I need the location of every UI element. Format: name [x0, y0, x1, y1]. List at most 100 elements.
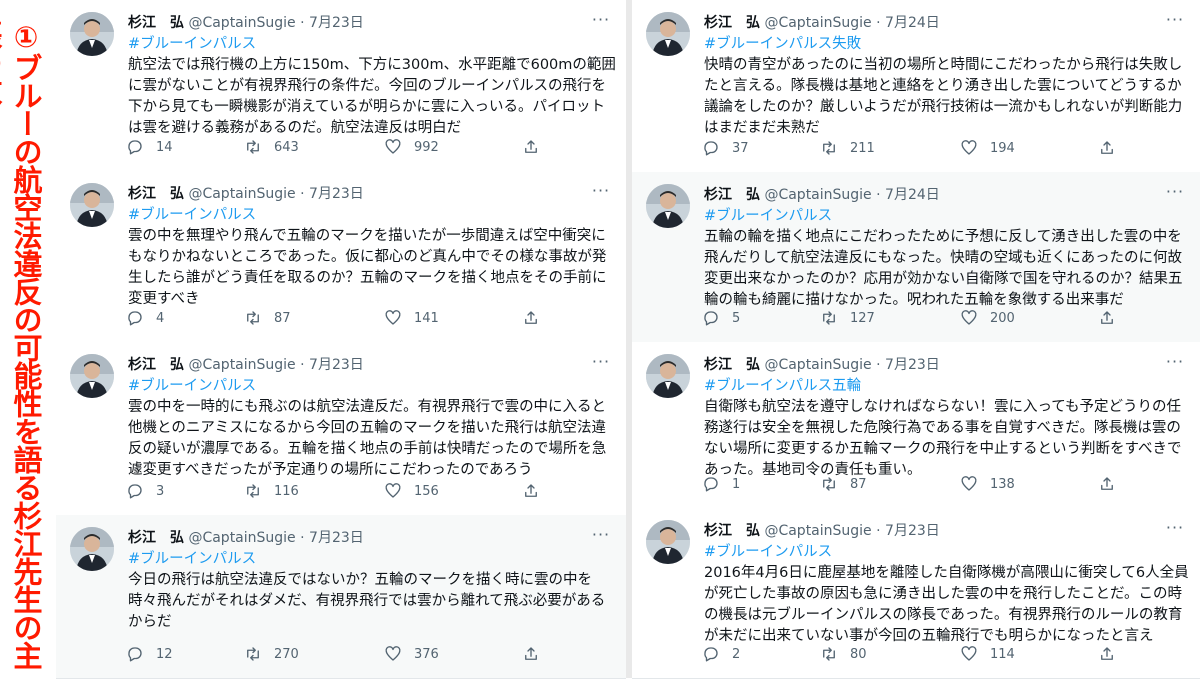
- tweet-date[interactable]: 7月24日: [885, 15, 940, 31]
- share-button[interactable]: [1098, 644, 1128, 664]
- like-button[interactable]: 200: [960, 308, 1015, 328]
- like-button[interactable]: 156: [384, 481, 439, 501]
- author-name[interactable]: 杉江 弘: [128, 15, 184, 31]
- reply-button[interactable]: 2: [702, 644, 740, 664]
- avatar[interactable]: [70, 12, 114, 56]
- author-name[interactable]: 杉江 弘: [128, 530, 184, 546]
- more-options-icon[interactable]: ···: [590, 354, 612, 376]
- heart-icon: [961, 476, 977, 491]
- author-handle[interactable]: @CaptainSugie: [188, 530, 295, 546]
- like-button[interactable]: 114: [960, 644, 1015, 664]
- hashtag-link[interactable]: #ブルーインパルス五輪: [704, 376, 1186, 397]
- share-button[interactable]: [1098, 308, 1128, 328]
- share-button[interactable]: [522, 481, 552, 501]
- hashtag-link[interactable]: #ブルーインパルス: [704, 206, 1186, 227]
- author-name[interactable]: 杉江 弘: [128, 186, 184, 202]
- avatar[interactable]: [646, 520, 690, 564]
- tweet-actions: 12 270 376: [126, 644, 546, 664]
- avatar-photo: [646, 520, 690, 564]
- share-button[interactable]: [522, 644, 552, 664]
- reply-button[interactable]: 12: [126, 644, 173, 664]
- tweet-date[interactable]: 7月23日: [309, 530, 364, 546]
- tweet-card[interactable]: 杉江 弘 @CaptainSugie · 7月23日 ··· #ブルーインパルス…: [632, 508, 1200, 679]
- reply-count: 3: [156, 483, 165, 499]
- hashtag-link[interactable]: #ブルーインパルス: [128, 549, 612, 570]
- avatar[interactable]: [70, 183, 114, 227]
- like-button[interactable]: 141: [384, 308, 439, 328]
- tweet-text: 自衛隊も航空法を遵守しなければならない！雲に入っても予定どうりの任 務遂行は安全…: [704, 399, 1182, 478]
- tweet-card[interactable]: 杉江 弘 @CaptainSugie · 7月24日 ··· #ブルーインパルス…: [632, 0, 1200, 173]
- hashtag-link[interactable]: #ブルーインパルス: [128, 205, 612, 226]
- avatar[interactable]: [70, 354, 114, 398]
- avatar[interactable]: [646, 354, 690, 398]
- reply-button[interactable]: 37: [702, 138, 749, 158]
- hashtag-link[interactable]: #ブルーインパルス失敗: [704, 34, 1186, 55]
- separator-dot: ·: [300, 15, 305, 31]
- author-handle[interactable]: @CaptainSugie: [764, 187, 871, 203]
- share-button[interactable]: [522, 308, 552, 328]
- author-handle[interactable]: @CaptainSugie: [764, 15, 871, 31]
- retweet-button[interactable]: 80: [820, 644, 867, 664]
- author-handle[interactable]: @CaptainSugie: [188, 357, 295, 373]
- tweet-card[interactable]: 杉江 弘 @CaptainSugie · 7月23日 ··· #ブルーインパルス…: [56, 171, 626, 343]
- tweet-card[interactable]: 杉江 弘 @CaptainSugie · 7月23日 ··· #ブルーインパルス…: [56, 0, 626, 172]
- author-name[interactable]: 杉江 弘: [704, 187, 760, 203]
- more-options-icon[interactable]: ···: [590, 12, 612, 34]
- more-options-icon[interactable]: ···: [1164, 520, 1186, 542]
- author-handle[interactable]: @CaptainSugie: [764, 357, 871, 373]
- author-name[interactable]: 杉江 弘: [128, 357, 184, 373]
- tweet-card[interactable]: 杉江 弘 @CaptainSugie · 7月23日 ··· #ブルーインパルス…: [56, 342, 626, 516]
- author-handle[interactable]: @CaptainSugie: [188, 15, 295, 31]
- hashtag-link[interactable]: #ブルーインパルス: [128, 34, 612, 55]
- reply-count: 2: [732, 646, 741, 662]
- like-button[interactable]: 376: [384, 644, 439, 664]
- reply-button[interactable]: 14: [126, 137, 173, 157]
- retweet-button[interactable]: 211: [820, 138, 875, 158]
- tweet-date[interactable]: 7月23日: [309, 186, 364, 202]
- avatar[interactable]: [646, 12, 690, 56]
- like-button[interactable]: 992: [384, 137, 439, 157]
- tweet-card[interactable]: 杉江 弘 @CaptainSugie · 7月23日 ··· #ブルーインパルス…: [632, 342, 1200, 509]
- tweet-actions: 2 80 114: [702, 644, 1122, 664]
- tweet-date[interactable]: 7月23日: [885, 523, 940, 539]
- tweet-card[interactable]: 杉江 弘 @CaptainSugie · 7月24日 ··· #ブルーインパルス…: [632, 172, 1200, 343]
- author-handle[interactable]: @CaptainSugie: [188, 186, 295, 202]
- retweet-button[interactable]: 87: [244, 308, 291, 328]
- avatar[interactable]: [70, 527, 114, 571]
- retweet-count: 211: [850, 140, 875, 156]
- reply-icon: [704, 141, 718, 156]
- hashtag-link[interactable]: #ブルーインパルス: [128, 376, 612, 397]
- share-button[interactable]: [522, 137, 552, 157]
- share-button[interactable]: [1098, 138, 1128, 158]
- retweet-button[interactable]: 87: [820, 474, 867, 494]
- reply-button[interactable]: 5: [702, 308, 740, 328]
- more-options-icon[interactable]: ···: [590, 527, 612, 549]
- more-options-icon[interactable]: ···: [590, 183, 612, 205]
- retweet-button[interactable]: 643: [244, 137, 299, 157]
- hashtag-link[interactable]: #ブルーインパルス: [704, 542, 1186, 563]
- reply-button[interactable]: 4: [126, 308, 164, 328]
- reply-icon: [128, 484, 142, 499]
- author-handle[interactable]: @CaptainSugie: [764, 523, 871, 539]
- like-button[interactable]: 194: [960, 138, 1015, 158]
- retweet-button[interactable]: 270: [244, 644, 299, 664]
- more-options-icon[interactable]: ···: [1164, 12, 1186, 34]
- more-options-icon[interactable]: ···: [1164, 184, 1186, 206]
- reply-button[interactable]: 3: [126, 481, 164, 501]
- tweet-date[interactable]: 7月24日: [885, 187, 940, 203]
- author-name[interactable]: 杉江 弘: [704, 15, 760, 31]
- reply-button[interactable]: 1: [702, 474, 740, 494]
- tweet-text: 雲の中を一時的にも飛ぶのは航空法違反だ。有視界飛行で雲の中に入ると 他機とのニア…: [128, 399, 607, 478]
- like-button[interactable]: 138: [960, 474, 1015, 494]
- author-name[interactable]: 杉江 弘: [704, 523, 760, 539]
- tweet-date[interactable]: 7月23日: [885, 357, 940, 373]
- more-options-icon[interactable]: ···: [1164, 354, 1186, 376]
- tweet-date[interactable]: 7月23日: [309, 357, 364, 373]
- retweet-button[interactable]: 116: [244, 481, 299, 501]
- avatar[interactable]: [646, 184, 690, 228]
- retweet-button[interactable]: 127: [820, 308, 875, 328]
- tweet-card[interactable]: 杉江 弘 @CaptainSugie · 7月23日 ··· #ブルーインパルス…: [56, 515, 626, 679]
- tweet-date[interactable]: 7月23日: [309, 15, 364, 31]
- share-button[interactable]: [1098, 474, 1128, 494]
- author-name[interactable]: 杉江 弘: [704, 357, 760, 373]
